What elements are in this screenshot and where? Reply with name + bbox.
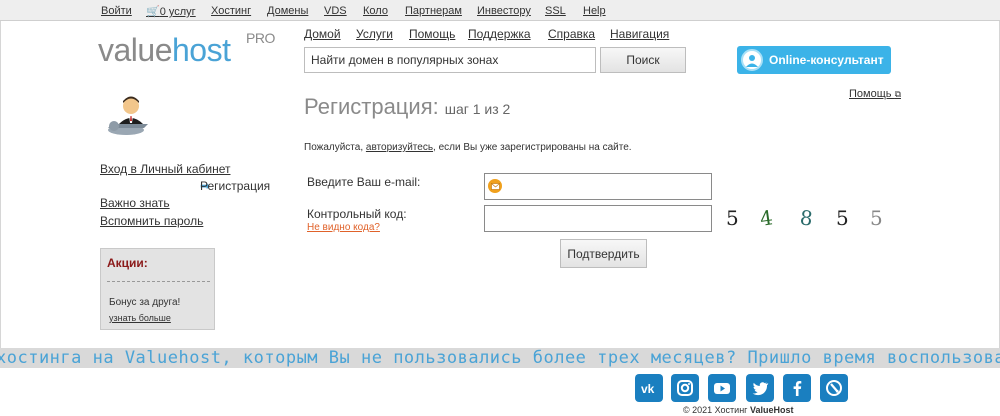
no-code-link[interactable]: Не видно кода? [307, 222, 380, 233]
promo-bonus-text: Бонус за друга! [109, 297, 181, 308]
leftnav-login-link[interactable]: Вход в Личный кабинет [100, 162, 230, 176]
step-indicator: шаг 1 из 2 [444, 101, 511, 117]
topbar-ssl-link[interactable]: SSL [545, 5, 566, 17]
youtube-icon[interactable] [708, 374, 736, 402]
nav-navigation[interactable]: Навигация [610, 27, 669, 41]
leftnav-important-link[interactable]: Важно знать [100, 196, 170, 210]
user-key-avatar-icon [104, 94, 154, 138]
nav-services[interactable]: Услуги [356, 27, 393, 41]
topbar-help-link[interactable]: Help [583, 5, 606, 17]
livejournal-icon[interactable] [820, 374, 848, 402]
captcha-digit: 5 [726, 206, 739, 230]
help-popup-link[interactable]: Помощь ⧉ [849, 88, 901, 100]
online-consultant-button[interactable]: Online-консультант [737, 46, 891, 74]
mail-icon [488, 179, 502, 193]
captcha-digit: 8 [798, 205, 814, 231]
submit-button[interactable]: Подтвердить [560, 239, 647, 268]
topbar-cart-link[interactable]: 🛒0 услуг [146, 5, 196, 18]
leftnav-remember-password-link[interactable]: Вспомнить пароль [100, 214, 203, 228]
topbar-hosting-link[interactable]: Хостинг [211, 5, 251, 17]
twitter-icon[interactable] [746, 374, 774, 402]
consultant-face-icon [741, 49, 763, 71]
promo-divider [107, 281, 210, 282]
leftnav-register-label: Регистрация [200, 179, 271, 193]
page-title: Регистрация: шаг 1 из 2 [304, 94, 510, 120]
nav-help[interactable]: Помощь [409, 27, 455, 41]
email-field[interactable] [484, 173, 712, 200]
captcha-digit: 5 [870, 206, 883, 230]
copyright-brand: ValueHost [749, 405, 794, 415]
facebook-icon[interactable] [783, 374, 811, 402]
topbar-colo-link[interactable]: Коло [363, 5, 388, 17]
topbar-partners-link[interactable]: Партнерам [405, 5, 462, 17]
top-bar: Войти 🛒0 услуг Хостинг Домены VDS Коло П… [0, 0, 1000, 21]
footer [0, 368, 1000, 416]
nav-home[interactable]: Домой [304, 27, 341, 41]
help-link-label: Помощь [849, 88, 892, 100]
topbar-investor-link[interactable]: Инвестору [477, 5, 531, 17]
consultant-label: Online-консультант [769, 53, 884, 67]
page-title-text: Регистрация: [304, 94, 439, 119]
code-label: Контрольный код: [307, 207, 407, 221]
notice-pre: Пожалуйста, [304, 142, 366, 153]
external-window-icon: ⧉ [894, 89, 901, 99]
notice-auth-link[interactable]: авторизуйтесь [366, 142, 433, 153]
nav-support[interactable]: Поддержка [468, 27, 531, 41]
logo-value-text: value [98, 32, 173, 68]
valuehost-logo[interactable]: valuehost PRO [98, 30, 275, 69]
instagram-icon[interactable] [671, 374, 699, 402]
captcha-digit: 5 [836, 206, 849, 230]
svg-text:vk: vk [641, 382, 655, 396]
promo-more-link[interactable]: узнать больше [109, 313, 171, 323]
logo-host-text: host [172, 32, 231, 68]
copyright-text: © 2021 Хостинг [683, 405, 750, 415]
search-button[interactable]: Поиск [600, 47, 686, 73]
promo-title: Акции: [107, 256, 148, 270]
login-notice: Пожалуйста, авторизуйтесь, если Вы уже з… [304, 142, 632, 153]
logo-pro-text: PRO [246, 30, 275, 46]
email-label: Введите Ваш e-mail: [307, 175, 421, 189]
topbar-login-link[interactable]: Войти [101, 5, 132, 17]
promo-box: Акции: Бонус за друга! узнать больше [100, 248, 215, 330]
nav-reference[interactable]: Справка [548, 27, 595, 41]
cart-count: 0 услуг [159, 6, 196, 18]
news-ticker[interactable]: хостинга на Valuehost, которым Вы не пол… [0, 348, 1000, 368]
ticker-text: хостинга на Valuehost, которым Вы не пол… [0, 348, 1000, 368]
captcha-code-field[interactable] [484, 205, 712, 232]
notice-post: , если Вы уже зарегистрированы на сайте. [433, 142, 632, 153]
topbar-vds-link[interactable]: VDS [324, 5, 347, 17]
copyright: © 2021 Хостинг ValueHost [683, 405, 793, 415]
cart-icon: 🛒 [146, 6, 160, 18]
topbar-domains-link[interactable]: Домены [267, 5, 308, 17]
vk-icon[interactable]: vk [635, 374, 663, 402]
domain-search-input[interactable] [304, 47, 596, 73]
